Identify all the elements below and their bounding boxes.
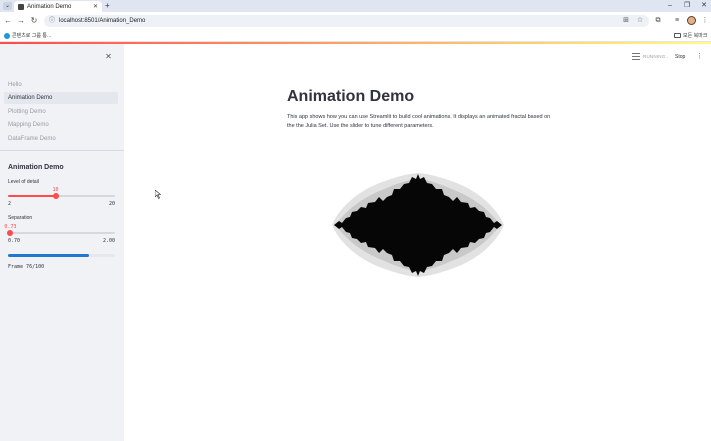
bookmarks-bar: 콘텐츠로 그룹 통... 모든 북마크 — [0, 30, 711, 42]
sidebar-item-label: Hello — [8, 82, 22, 88]
slider-value: 0.73 — [4, 224, 17, 230]
page-description: This app shows how you can use Streamlit… — [287, 114, 551, 129]
tab-close-icon[interactable]: ✕ — [93, 3, 98, 11]
bookmark-label: 콘텐츠로 그룹 통... — [12, 33, 52, 39]
extensions-icon[interactable]: ⧉ — [653, 16, 663, 26]
restore-window-button[interactable]: ❐ — [682, 1, 692, 11]
bookmark-favicon-icon — [4, 33, 10, 39]
running-status-text: RUNNING... — [643, 54, 670, 59]
sidebar-item-label: Animation Demo — [8, 95, 53, 101]
close-window-button[interactable]: ✕ — [699, 1, 709, 11]
running-icon — [632, 53, 640, 60]
address-bar-row: ← → ↻ ⓘ localhost:8501/Animation_Demo ⊞ … — [0, 12, 711, 30]
separation-label: Separation — [8, 215, 33, 221]
sidebar-item-label: DataFrame Demo — [8, 136, 56, 142]
browser-tab-strip: ⌄ Animation Demo ✕ + – ❐ ✕ — [0, 0, 711, 12]
stop-button[interactable]: Stop — [675, 52, 685, 62]
folder-icon — [674, 33, 681, 38]
bookmark-star-icon[interactable]: ☆ — [636, 17, 644, 25]
back-arrow-icon[interactable]: ← — [3, 16, 13, 26]
sidebar-item-animation-demo[interactable]: Animation Demo — [4, 92, 118, 104]
slider-max-label: 2.00 — [102, 238, 115, 244]
frame-counter-text: Frame 76/100 — [8, 264, 45, 270]
sidebar: ✕ Hello Animation Demo Plotting Demo Map… — [0, 44, 124, 441]
new-tab-button[interactable]: + — [105, 1, 110, 11]
browser-tab-active[interactable]: Animation Demo ✕ — [14, 1, 102, 12]
close-sidebar-icon[interactable]: ✕ — [104, 52, 113, 61]
forward-arrow-icon[interactable]: → — [16, 16, 26, 26]
main-menu-icon[interactable]: ⋮ — [696, 52, 703, 62]
slider-thumb[interactable] — [7, 230, 14, 236]
sidebar-item-label: Plotting Demo — [8, 109, 46, 115]
level-of-detail-label: Level of detail — [8, 179, 39, 185]
slider-max-label: 20 — [108, 201, 115, 207]
media-controls-icon[interactable]: ≡ — [672, 16, 682, 26]
slider-min-label: 0.70 — [8, 238, 21, 244]
translate-icon[interactable]: ⊞ — [622, 17, 630, 25]
slider-min-label: 2 — [8, 201, 12, 207]
tab-search-button[interactable]: ⌄ — [3, 2, 12, 10]
progress-bar — [8, 254, 115, 257]
reload-icon[interactable]: ↻ — [29, 16, 39, 26]
mouse-cursor-icon — [155, 190, 161, 199]
url-text[interactable]: localhost:8501/Animation_Demo — [59, 17, 145, 25]
page-title: Animation Demo — [287, 88, 415, 105]
tab-favicon-icon — [18, 3, 24, 10]
tab-title: Animation Demo — [27, 3, 72, 10]
progress-bar-fill — [8, 254, 90, 257]
omnibox[interactable]: ⓘ localhost:8501/Animation_Demo ⊞ ☆ — [44, 15, 649, 27]
sidebar-item-hello[interactable]: Hello — [4, 79, 118, 91]
sidebar-item-dataframe-demo[interactable]: DataFrame Demo — [4, 133, 118, 145]
sidebar-divider — [0, 150, 124, 151]
slider-track[interactable] — [8, 232, 115, 234]
browser-menu-icon[interactable]: ⋮ — [700, 16, 710, 26]
slider-value: 10 — [52, 187, 59, 193]
slider-thumb[interactable] — [52, 193, 59, 199]
sidebar-item-mapping-demo[interactable]: Mapping Demo — [4, 119, 118, 131]
julia-set-fractal-image — [332, 173, 504, 277]
level-of-detail-slider[interactable]: 10 2 20 — [8, 187, 115, 216]
all-bookmarks-label: 모든 북마크 — [683, 33, 708, 39]
profile-avatar[interactable] — [687, 16, 696, 25]
minimize-window-button[interactable]: – — [665, 1, 675, 11]
site-info-icon[interactable]: ⓘ — [48, 17, 56, 25]
sidebar-section-title: Animation Demo — [8, 164, 64, 171]
fractal-core — [334, 174, 502, 276]
separation-slider[interactable]: 0.73 0.70 2.00 — [4, 224, 115, 253]
sidebar-item-label: Mapping Demo — [8, 122, 49, 128]
slider-fill — [8, 195, 56, 197]
sidebar-item-plotting-demo[interactable]: Plotting Demo — [4, 106, 118, 118]
